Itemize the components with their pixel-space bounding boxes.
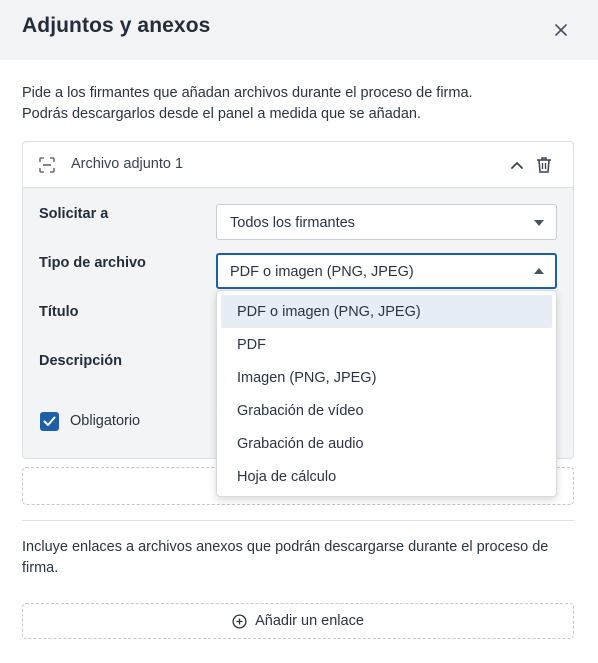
file-type-label: Tipo de archivo: [39, 255, 146, 271]
chevron-up-icon[interactable]: [509, 157, 525, 173]
file-type-option[interactable]: PDF o imagen (PNG, JPEG): [221, 295, 552, 328]
add-link-label: Añadir un enlace: [255, 613, 364, 629]
title-label: Título: [39, 304, 79, 320]
required-checkbox[interactable]: [40, 412, 59, 431]
required-label: Obligatorio: [70, 413, 141, 429]
file-type-option[interactable]: Grabación de vídeo: [221, 394, 552, 427]
close-icon: [555, 24, 567, 36]
file-type-option[interactable]: Imagen (PNG, JPEG): [221, 361, 552, 394]
checkmark-icon: [43, 416, 56, 426]
file-type-select[interactable]: PDF o imagen (PNG, JPEG): [216, 253, 557, 289]
add-link-button[interactable]: Añadir un enlace: [22, 603, 574, 639]
request-to-label: Solicitar a: [39, 206, 109, 222]
description-line-2: Podrás descargarlos desde el panel a med…: [22, 106, 422, 122]
description-label: Descripción: [39, 353, 122, 369]
plus-circle-icon: [232, 613, 247, 629]
dialog-header: Adjuntos y anexos: [0, 0, 598, 60]
trash-icon[interactable]: [536, 156, 552, 174]
caret-up-icon: [534, 268, 544, 274]
divider: [22, 520, 574, 521]
attachment-title: Archivo adjunto 1: [71, 156, 184, 172]
request-to-value: Todos los firmantes: [230, 215, 355, 231]
file-type-dropdown: PDF o imagen (PNG, JPEG) PDF Imagen (PNG…: [216, 290, 557, 497]
drag-handle-icon[interactable]: [39, 157, 55, 173]
attachments-description: Pide a los firmantes que añadan archivos…: [22, 83, 582, 125]
file-type-value: PDF o imagen (PNG, JPEG): [230, 264, 414, 280]
file-type-option[interactable]: PDF: [221, 328, 552, 361]
caret-down-icon: [534, 220, 544, 226]
links-description: Incluye enlaces a archivos anexos que po…: [22, 539, 549, 576]
dialog-title: Adjuntos y anexos: [22, 14, 211, 37]
description-line-1: Pide a los firmantes que añadan archivos…: [22, 85, 473, 101]
file-type-option[interactable]: Grabación de audio: [221, 427, 552, 460]
file-type-option[interactable]: Hoja de cálculo: [221, 460, 552, 493]
close-button[interactable]: [548, 17, 574, 43]
request-to-select[interactable]: Todos los firmantes: [216, 204, 557, 240]
attachment-card-header: Archivo adjunto 1: [23, 142, 573, 188]
